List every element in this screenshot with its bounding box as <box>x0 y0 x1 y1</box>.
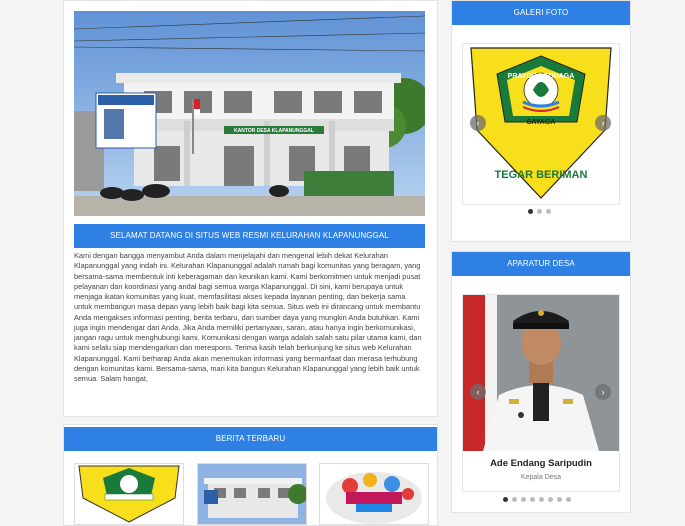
welcome-paragraph: Kami dengan bangga menyambut Anda dalam … <box>74 251 422 383</box>
officials-dot-3[interactable] <box>521 497 526 502</box>
gallery-dot-2[interactable] <box>537 209 542 214</box>
photo-gallery-card: GALERI FOTO PRAYOGA TOHAGA SAYAGA TEGAR … <box>451 0 631 242</box>
officials-pagination <box>503 497 571 502</box>
official-position: Kepala Desa <box>520 474 562 481</box>
village-officials-card: APARATUR DESA Ade Endang Saripudin Kepal… <box>451 251 631 513</box>
officials-dot-4[interactable] <box>530 497 535 502</box>
officials-dot-6[interactable] <box>548 497 553 502</box>
village-officials-heading: APARATUR DESA <box>452 252 630 276</box>
gallery-prev-arrow-icon[interactable]: ‹ <box>470 115 486 131</box>
news-thumbnail-3[interactable] <box>319 463 429 525</box>
officials-prev-arrow-icon[interactable]: ‹ <box>470 384 486 400</box>
officials-dot-5[interactable] <box>539 497 544 502</box>
gallery-next-arrow-icon[interactable]: › <box>595 115 611 131</box>
officials-dot-8[interactable] <box>566 497 571 502</box>
village-office-photo: KANTOR DESA KLAPANUNGGAL <box>74 11 425 216</box>
officials-dot-7[interactable] <box>557 497 562 502</box>
building-sign-text: KANTOR DESA KLAPANUNGGAL <box>234 128 314 134</box>
officials-dot-1[interactable] <box>503 497 508 502</box>
news-thumbnail-2[interactable] <box>197 463 307 525</box>
gallery-dot-3[interactable] <box>546 209 551 214</box>
news-thumbnail-1[interactable] <box>74 463 184 525</box>
gallery-pagination <box>528 209 551 214</box>
officials-next-arrow-icon[interactable]: › <box>595 384 611 400</box>
emblem-motto-text: TEGAR BERIMAN <box>495 169 588 181</box>
official-name: Ade Endang Saripudin <box>490 458 592 469</box>
emblem-top-text: PRAYOGA TOHAGA <box>508 73 575 80</box>
welcome-heading: SELAMAT DATANG DI SITUS WEB RESMI KELURA… <box>74 224 425 248</box>
official-portrait <box>463 295 619 451</box>
officials-dot-2[interactable] <box>512 497 517 502</box>
gallery-dot-1[interactable] <box>528 209 533 214</box>
photo-gallery-heading: GALERI FOTO <box>452 1 630 25</box>
latest-news-heading: BERITA TERBARU <box>64 427 437 451</box>
welcome-card: KANTOR DESA KLAPANUNGGAL SELAMAT DATANG … <box>63 0 438 417</box>
latest-news-card: BERITA TERBARU <box>63 424 438 526</box>
emblem-mid-text: SAYAGA <box>527 119 556 126</box>
